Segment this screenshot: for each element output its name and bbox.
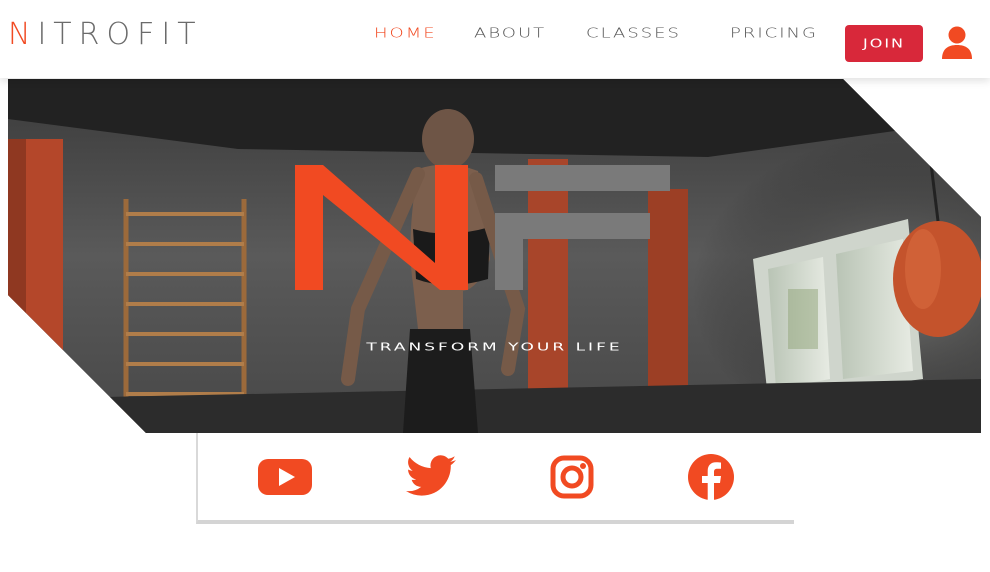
join-button[interactable]: JOIN xyxy=(845,25,923,62)
twitter-link[interactable] xyxy=(406,455,456,501)
youtube-icon xyxy=(258,459,312,495)
nav-classes[interactable]: CLASSES xyxy=(586,26,681,41)
facebook-link[interactable] xyxy=(687,453,735,505)
join-button-label: JOIN xyxy=(863,36,905,51)
nav-home[interactable]: HOME xyxy=(374,26,437,41)
twitter-icon xyxy=(406,455,456,496)
nav-about[interactable]: ABOUT xyxy=(474,26,546,41)
instagram-link[interactable] xyxy=(550,455,594,503)
site-header: NITROFIT HOME ABOUT CLASSES PRICING JOIN xyxy=(0,0,990,78)
logo-initial: N xyxy=(8,17,38,52)
user-icon[interactable] xyxy=(941,26,973,59)
youtube-link[interactable] xyxy=(258,459,312,499)
social-links-bar xyxy=(196,433,794,524)
hero-tagline: TRANSFORM YOUR LIFE xyxy=(366,341,623,354)
logo-text: ITROFIT xyxy=(37,17,203,52)
instagram-icon xyxy=(550,455,594,499)
site-logo[interactable]: NITROFIT xyxy=(8,18,203,52)
hero-nf-mark xyxy=(295,165,670,290)
hero-banner: TRANSFORM YOUR LIFE xyxy=(8,79,981,433)
facebook-icon xyxy=(688,454,734,500)
nav-pricing[interactable]: PRICING xyxy=(730,26,818,41)
